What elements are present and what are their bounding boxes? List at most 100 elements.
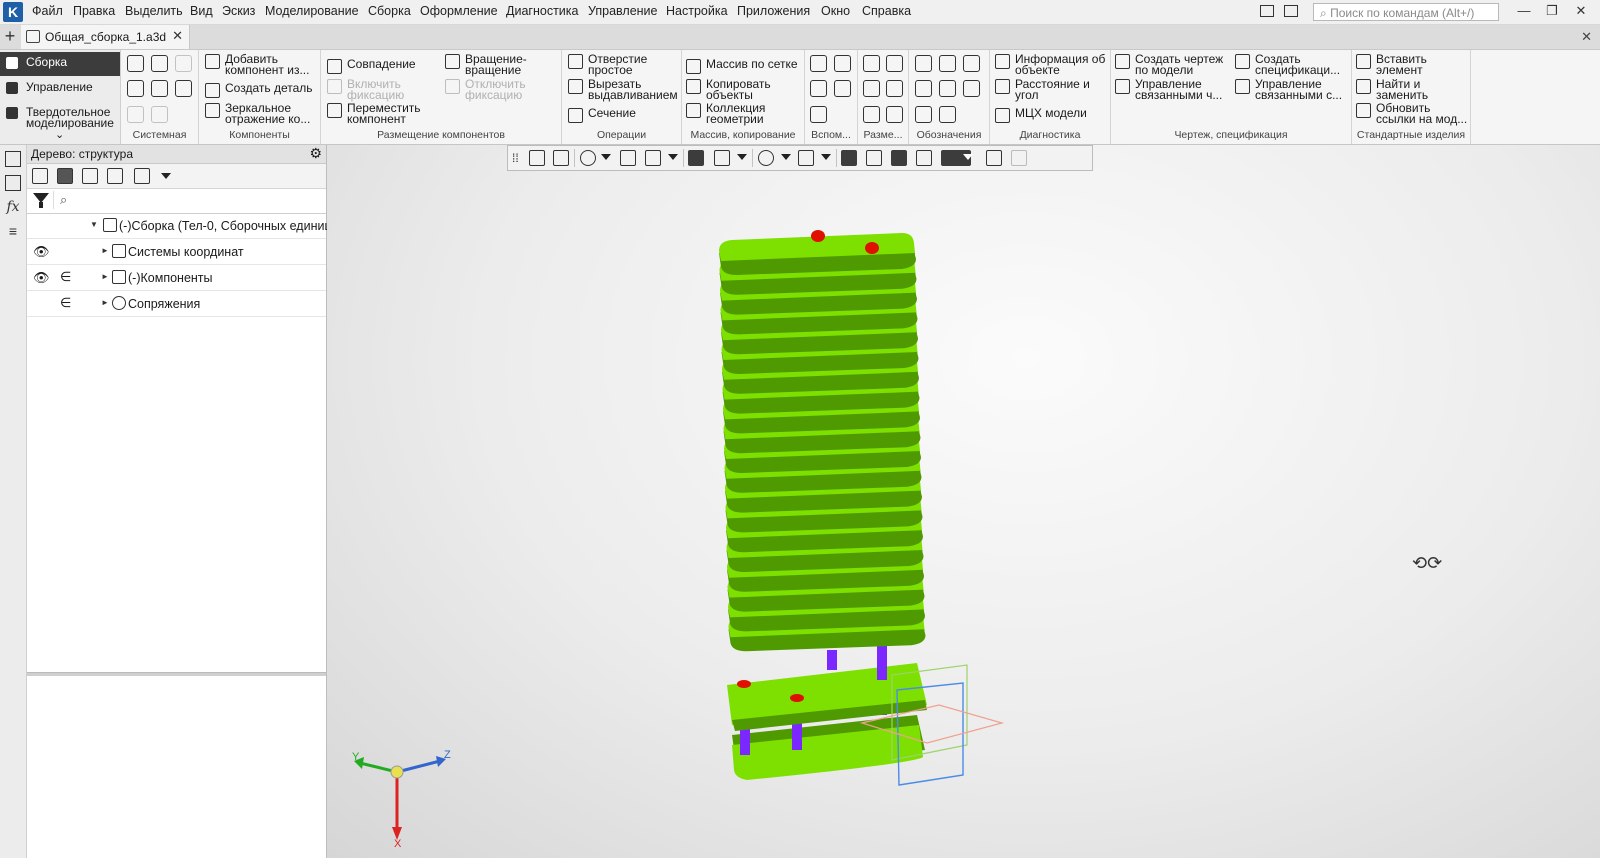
tree-row-mates[interactable]: ∈ ► Сопряжения [27,291,326,317]
zoom-icon[interactable] [580,150,596,166]
chevron-down-icon[interactable] [781,154,791,160]
include-icon[interactable]: ∈ [60,269,71,285]
tree-panel-icon[interactable] [5,151,21,167]
save-icon[interactable] [175,55,192,72]
redo-icon[interactable] [151,106,168,123]
mode-solid-modeling[interactable]: Твердотельное моделирование [0,102,120,130]
panel-splitter[interactable] [27,672,326,676]
aux-plane-icon[interactable] [810,80,827,97]
section-view-icon[interactable] [866,150,882,166]
zoom-window-icon[interactable] [553,150,569,166]
print-icon[interactable] [127,80,144,97]
chevron-down-icon[interactable] [963,154,973,160]
tree-structure-icon[interactable] [57,168,73,184]
collapse-arrow-icon[interactable]: ▼ [90,220,98,229]
diameter-dim-icon[interactable] [886,55,903,72]
orientation-icon[interactable] [645,150,661,166]
text-icon[interactable] [939,106,956,123]
eye-icon[interactable]: 👁 [33,270,50,286]
tree-row-components[interactable]: 👁 ∈ ► (-)Компоненты [27,265,326,291]
menu-sketch[interactable]: Эскиз [222,4,255,18]
eye-icon[interactable]: 👁 [33,244,50,260]
menu-file[interactable]: Файл [32,4,63,18]
save-as-icon[interactable] [175,80,192,97]
display-mode-icon[interactable] [798,150,814,166]
tree-select-icon[interactable] [107,168,123,184]
maximize-button[interactable]: ❐ [1543,3,1561,19]
document-tab[interactable]: Общая_сборка_1.a3d ✕ [21,25,190,49]
properties-panel-icon[interactable] [5,175,21,191]
rotate-icon[interactable] [620,150,636,166]
close-window-button[interactable]: ✕ [1572,3,1590,19]
aux-point-icon[interactable] [834,55,851,72]
preview-icon[interactable] [151,80,168,97]
menu-settings[interactable]: Настройка [666,4,728,18]
menu-management[interactable]: Управление [588,4,658,18]
layers-icon[interactable]: ≡ [5,223,21,239]
pencil-icon[interactable] [1011,150,1027,166]
layers-view-icon[interactable] [916,150,932,166]
chevron-down-icon[interactable] [668,154,678,160]
new-document-button[interactable]: + [0,25,20,49]
aux-axis-icon[interactable] [810,55,827,72]
angle-dim-icon[interactable] [886,80,903,97]
expand-arrow-icon[interactable]: ► [101,246,109,255]
chevron-down-icon[interactable] [161,173,171,179]
menu-help[interactable]: Справка [862,4,911,18]
close-tab-button[interactable]: ✕ [172,28,183,44]
tree-components-icon[interactable] [82,168,98,184]
marking-icon[interactable] [963,80,980,97]
expand-arrow-icon[interactable]: ► [101,272,109,281]
roughness-icon[interactable] [963,55,980,72]
zoom-fit-icon[interactable] [529,150,545,166]
ribbon-expand-icon[interactable]: ⌄ [55,128,64,141]
tree-sort-icon[interactable] [134,168,150,184]
leader-icon[interactable] [915,55,932,72]
screen-icon[interactable] [1284,5,1298,17]
tree-row-coordinate-systems[interactable]: 👁 ► Системы координат [27,239,326,265]
3d-viewport[interactable]: X Y Z [327,145,1600,858]
chevron-down-icon[interactable] [737,154,747,160]
height-dim-icon[interactable] [863,106,880,123]
variables-icon[interactable]: fx [5,199,21,215]
close-all-icon[interactable]: ✕ [1581,29,1592,45]
minimize-button[interactable]: — [1515,3,1533,19]
menu-edit[interactable]: Правка [73,4,115,18]
chevron-down-icon[interactable] [821,154,831,160]
mode-management[interactable]: Управление [0,77,120,101]
menu-window[interactable]: Окно [821,4,850,18]
linear-dim-icon[interactable] [863,55,880,72]
undo-icon[interactable] [127,106,144,123]
menu-assembly[interactable]: Сборка [368,4,411,18]
menu-view[interactable]: Вид [190,4,213,18]
tree-list-icon[interactable] [32,168,48,184]
position-icon[interactable] [915,106,932,123]
new-file-icon[interactable] [127,55,144,72]
radius-dim-icon[interactable] [863,80,880,97]
aux-cs-icon[interactable] [834,80,851,97]
aux-line-icon[interactable] [810,106,827,123]
selection-filter-icon[interactable] [986,150,1002,166]
tolerance-icon[interactable] [915,80,932,97]
kompas-logo-icon[interactable]: K [3,2,23,22]
assembly-model[interactable] [327,145,1600,858]
hide-icon[interactable] [758,150,774,166]
menu-diagnostics[interactable]: Диагностика [506,4,578,18]
menu-apps[interactable]: Приложения [737,4,810,18]
base-icon[interactable] [939,55,956,72]
mode-assembly[interactable]: Сборка [0,52,120,76]
tree-row-assembly[interactable]: ▼ (-)Сборка (Тел-0, Сборочных единиц [27,213,332,239]
open-folder-icon[interactable] [151,55,168,72]
tree-search-input[interactable]: ⌕ [53,191,322,209]
snap-icon[interactable] [841,150,857,166]
command-search-input[interactable]: ⌕ Поиск по командам (Alt+/) [1313,3,1499,21]
menu-select[interactable]: Выделить [125,4,183,18]
menu-design[interactable]: Оформление [420,4,498,18]
menu-modeling[interactable]: Моделирование [265,4,359,18]
expand-arrow-icon[interactable]: ► [101,298,109,307]
layout-icon[interactable] [1260,5,1274,17]
shaded-cube-icon[interactable] [688,150,704,166]
thread-dim-icon[interactable] [886,106,903,123]
chevron-down-icon[interactable] [601,154,611,160]
wireframe-cube-icon[interactable] [714,150,730,166]
